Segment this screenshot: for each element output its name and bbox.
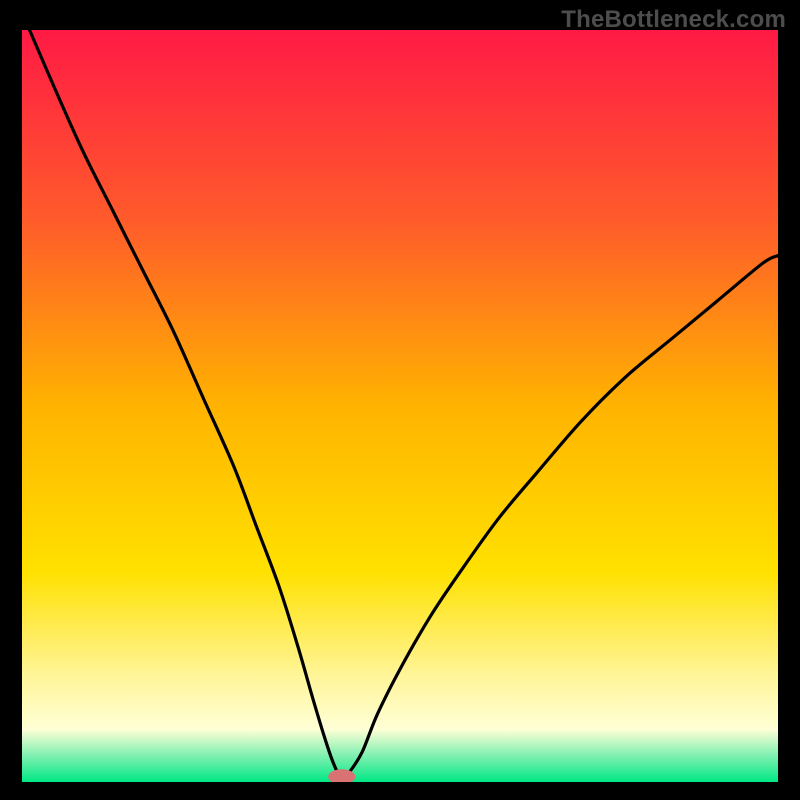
chart-svg: [22, 30, 778, 782]
chart-frame: TheBottleneck.com: [0, 0, 800, 800]
plot-area: [22, 30, 778, 782]
watermark-text: TheBottleneck.com: [561, 6, 786, 34]
